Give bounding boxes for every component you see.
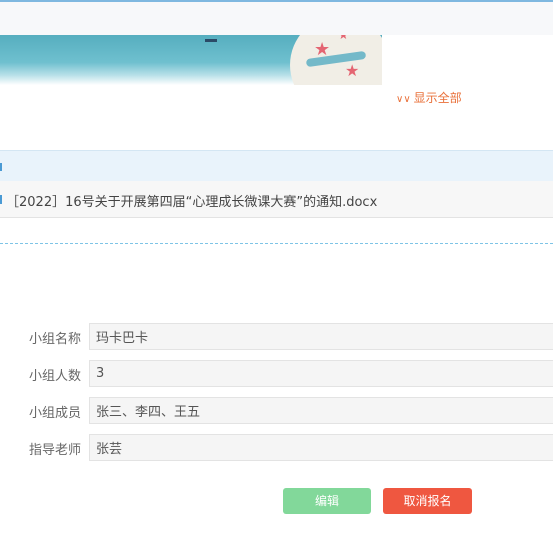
group-members-label: 小组成员 [28,406,81,421]
advisor-label: 指导老师 [28,443,81,458]
banner-image: ★ ★ ★ [0,35,382,85]
cancel-registration-button[interactable]: 取消报名 [383,488,472,514]
form-row-group-name: 小组名称 [0,323,553,350]
attachment-header-accent [0,163,2,171]
group-size-label: 小组人数 [28,369,81,384]
top-strip [0,0,553,35]
star-icon: ★ [338,35,349,42]
group-name-field[interactable] [89,323,553,350]
attachment-file-name[interactable]: ［2022］16号关于开展第四届“心理成长微课大赛”的通知.docx [6,191,377,210]
attachment-row[interactable]: ［2022］16号关于开展第四届“心理成长微课大赛”的通知.docx [0,181,553,218]
advisor-field[interactable] [89,434,553,461]
form-row-group-size: 小组人数 [0,360,553,387]
show-all-link[interactable]: ∨∨ 显示全部 [396,89,462,106]
attachment-header [0,150,553,181]
star-icon: ★ [345,61,360,80]
star-icon: ★ [314,39,331,60]
form-row-group-members: 小组成员 [0,397,553,424]
form-row-advisor: 指导老师 [0,434,553,461]
attachment-accent [0,195,2,204]
banner-decoration [205,39,217,42]
section-divider [0,243,553,244]
edit-button[interactable]: 编辑 [283,488,371,514]
group-size-field[interactable] [89,360,553,387]
double-chevron-down-icon: ∨∨ [396,94,411,105]
show-all-label: 显示全部 [413,91,462,105]
group-members-field[interactable] [89,397,553,424]
group-name-label: 小组名称 [28,332,81,347]
